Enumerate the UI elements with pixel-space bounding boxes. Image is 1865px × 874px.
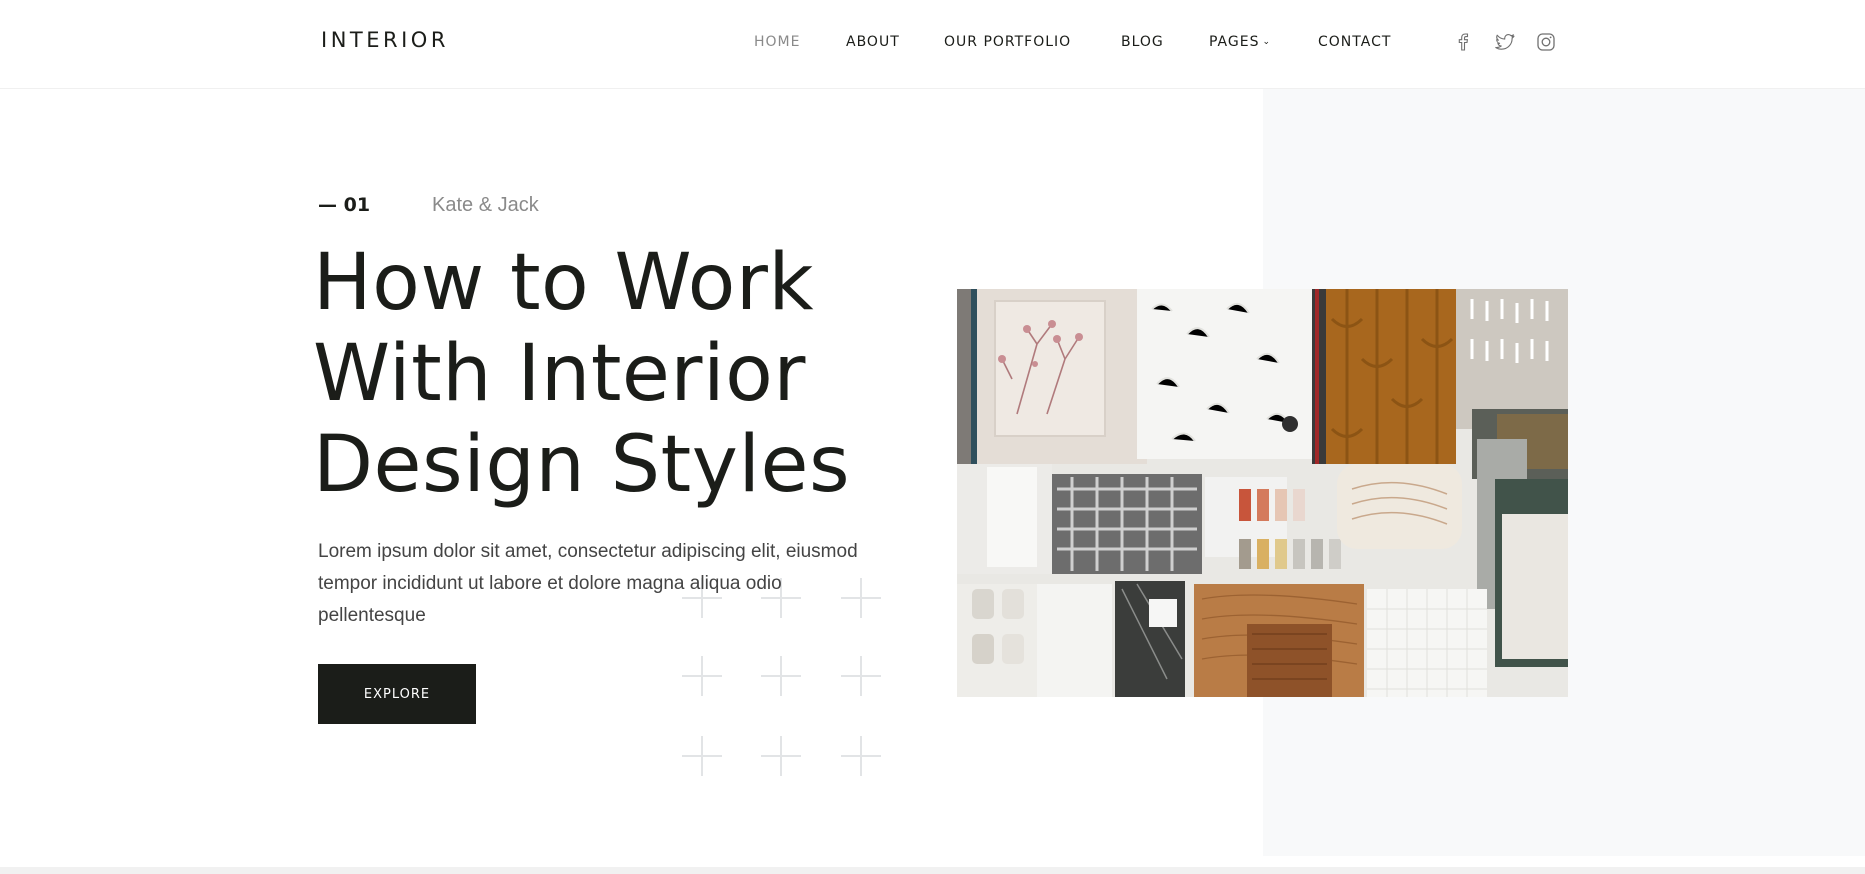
explore-button[interactable]: EXPLORE [318,664,476,724]
author-name: Kate & Jack [432,194,539,216]
page: INTERIOR HOME ABOUT OUR PORTFOLIO BLOG P… [0,0,1865,874]
slide-number: — 01 [318,194,371,216]
headline-line: With Interior [313,329,806,419]
nav-item-blog[interactable]: BLOG [1121,34,1164,50]
twitter-icon[interactable] [1494,31,1516,53]
nav-item-pages[interactable]: PAGES ⌄ [1209,34,1271,50]
headline-line: How to Work [313,238,815,328]
hero-headline: How to Work With Interior Design Styles [313,238,913,511]
plus-icon [682,656,722,696]
site-header: INTERIOR HOME ABOUT OUR PORTFOLIO BLOG P… [0,0,1865,89]
nav-item-home[interactable]: HOME [754,34,800,50]
description-line: pellentesque [318,605,426,626]
nav-item-contact[interactable]: CONTACT [1318,34,1391,50]
instagram-icon[interactable] [1535,31,1557,53]
nav-item-pages-label: PAGES [1209,34,1260,50]
hero-description: Lorem ipsum dolor sit amet, consectetur … [318,536,918,632]
nav-item-blog-label: BLOG [1121,34,1164,50]
nav-item-about[interactable]: ABOUT [846,34,900,50]
description-line: Lorem ipsum dolor sit amet, consectetur … [318,541,858,562]
facebook-icon[interactable] [1452,31,1474,53]
plus-icon [682,736,722,776]
description-line: tempor incididunt ut labore et dolore ma… [318,573,782,594]
nav-item-our-portfolio[interactable]: OUR PORTFOLIO [944,34,1071,50]
plus-icon [761,656,801,696]
headline-line: Design Styles [313,420,851,510]
page-bottom-border [0,867,1865,874]
plus-icon [761,736,801,776]
hero-image [957,289,1568,697]
plus-icon [841,656,881,696]
chevron-down-icon: ⌄ [1262,37,1272,47]
brand-logo[interactable]: INTERIOR [321,28,449,52]
plus-icon [841,736,881,776]
